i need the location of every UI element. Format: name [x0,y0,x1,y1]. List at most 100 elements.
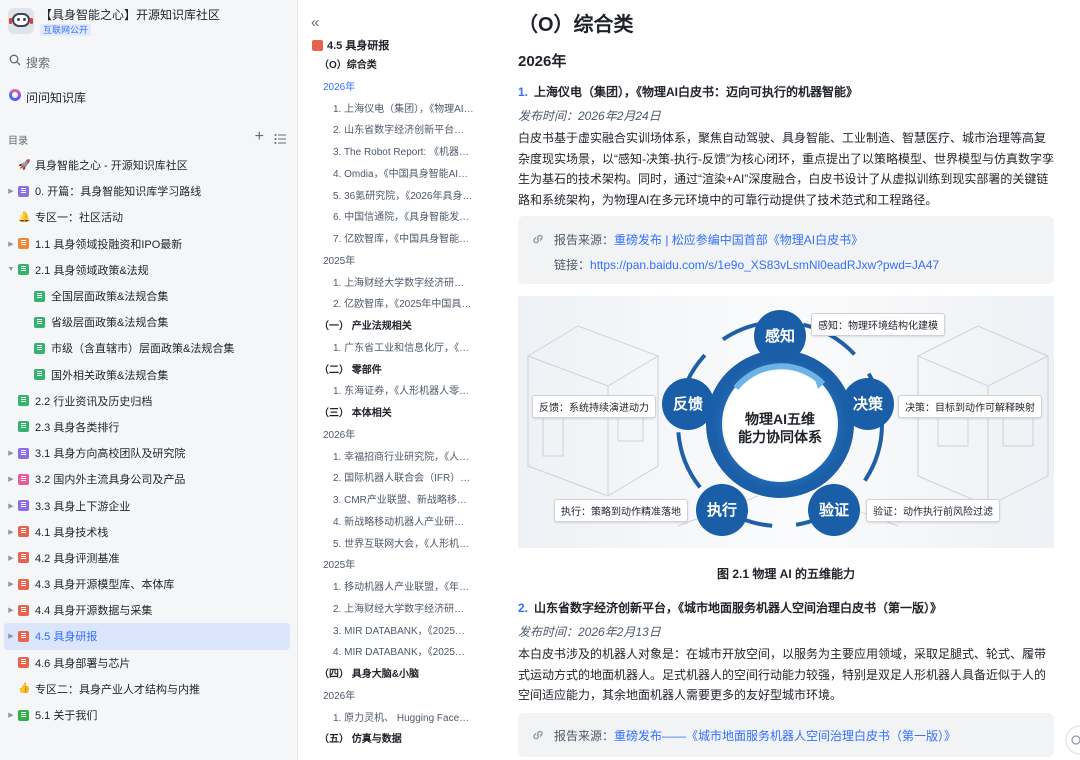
report-1-url-link[interactable]: https://pan.baidu.com/s/1e9o_XS83vLsmNl0… [590,258,939,272]
chevron-right-icon[interactable]: ▶ [4,240,18,248]
outline-heading[interactable]: （四） 具身大脑&小脑 [299,664,480,686]
sidebar-item[interactable]: ▶ 4.5 具身研报 [4,623,290,650]
sidebar-item[interactable]: 👍 专区二：具身产业人才结构与内推 [4,676,290,702]
outline-year[interactable]: 2026年 [299,686,480,708]
ask-knowledge-base-button[interactable]: 问问知识库 [8,86,290,106]
add-icon[interactable]: + [255,129,264,145]
floating-action-icon[interactable] [1062,722,1080,758]
green-plus-icon [18,709,29,721]
search-icon [9,54,21,66]
outline-entry[interactable]: 1. 上海仪电（集团），《物理AI白皮书：迈向可执行的机器智能》 [299,99,480,121]
outline-entry[interactable]: 4. 新战略移动机器人产业研究所报告 [299,512,480,534]
chevron-right-icon[interactable]: ▶ [4,711,18,719]
sidebar-item[interactable]: ▶ 4.4 具身开源数据与采集 [4,597,290,623]
outline-year[interactable]: 2025年 [299,555,480,577]
search-box[interactable]: 搜索 [8,50,290,72]
outline-entry[interactable]: 3. CMR产业联盟、新战略移动机器人 [299,490,480,512]
node-feedback-label: 反馈 [673,395,703,413]
outline-entry[interactable]: 2. 山东省数字经济创新平台，《城市地面服务机器人空间治理白皮书》 [299,120,480,142]
outline-entry[interactable]: 1. 幸福招商行业研究院，《人形机器人》 [299,447,480,469]
chevron-right-icon[interactable]: ▶ [4,187,18,195]
outline-entry[interactable]: 7. 亿欧智库，《中国具身智能产业研究》 [299,229,480,251]
green-doc-icon [18,421,29,433]
outline-heading[interactable]: （二） 零部件 [299,360,480,382]
report-1-source-link[interactable]: 重磅发布 | 松应参编中国首部《物理AI白皮书》 [614,233,863,247]
node-perceive-label: 感知 [765,327,795,345]
outline-entry[interactable]: 2. 国际机器人联合会（IFR）报告 [299,468,480,490]
sidebar-item[interactable]: ▶ 4.3 具身开源模型库、本体库 [4,571,290,597]
public-badge: 互联网公开 [40,24,92,36]
chevron-right-icon[interactable]: ▶ [4,449,18,457]
sidebar-item-label: 专区一：社区活动 [35,212,123,225]
chevron-right-icon[interactable]: ▶ [4,502,18,510]
link-icon [533,730,543,740]
url-label: 链接： [554,258,591,272]
execute-description: 执行：策略到动作精准落地 [554,499,688,522]
outline-entry[interactable]: 4. Omdia，《中国具身智能AI芯片》 [299,164,480,186]
chevron-right-icon[interactable]: ▶ [4,606,18,614]
sidebar-item[interactable]: 市级（含直辖市）层面政策&法规合集 [4,335,290,361]
chevron-right-icon[interactable]: ▶ [4,580,18,588]
sidebar-item[interactable]: ▶ 3.3 具身上下游企业 [4,492,290,518]
outline-entry[interactable]: 2. 上海财经大学数字经济研究院报告 [299,599,480,621]
outline-year[interactable]: 2026年 [299,77,480,99]
sidebar-item[interactable]: ▶ 5.1 关于我们 [4,702,290,728]
knowledge-base-title: 【具身智能之心】开源知识库社区 [40,8,221,22]
sidebar-item[interactable]: ▶ 0. 开篇：具身智能知识库学习路线 [4,178,290,204]
outline-entry[interactable]: 1. 东海证券，《人形机器人零部件》 [299,381,480,403]
ask-knowledge-base-label: 问问知识库 [26,91,87,105]
list-settings-icon[interactable] [274,133,286,145]
outline-heading[interactable]: （O）综合类 [299,55,480,77]
report-2-source-line: 报告来源：重磅发布——《城市地面服务机器人空间治理白皮书（第一版）》 [554,727,956,744]
sidebar: 【具身智能之心】开源知识库社区 互联网公开 搜索 问问知识库 目录 + 🚀 具身智… [0,0,298,760]
chevron-down-icon[interactable]: ▼ [4,266,18,273]
green-doc-icon [18,264,29,276]
ai-assistant-icon [9,89,21,101]
sidebar-item[interactable]: 4.6 具身部署与芯片 [4,650,290,676]
outline-entry[interactable]: 6. 中国信通院，《具身智能发展报告》 [299,207,480,229]
chevron-right-icon[interactable]: ▶ [4,528,18,536]
sidebar-item[interactable]: ▼ 2.1 具身领域政策&法规 [4,257,290,283]
sidebar-item[interactable]: ▶ 1.1 具身领域投融资和IPO最新 [4,231,290,257]
sidebar-item[interactable]: ▶ 3.1 具身方向高校团队及研究院 [4,440,290,466]
outline-entry[interactable]: 3. MIR DATABANK，《2025年度报告》 [299,621,480,643]
sidebar-item[interactable]: 全国层面政策&法规合集 [4,283,290,309]
outline-entry[interactable]: 1. 广东省工业和信息化厅，《政策文件》 [299,338,480,360]
outline-entry[interactable]: 1. 移动机器人产业联盟，《年度报告》 [299,577,480,599]
outline-entry[interactable]: 4. MIR DATABANK，《2025年季度报告》 [299,642,480,664]
outline-year[interactable]: 2025年 [299,251,480,273]
node-verify-label: 验证 [819,501,849,519]
sidebar-item[interactable]: 国外相关政策&法规合集 [4,362,290,388]
outline-entry[interactable]: 1. 上海财经大学数字经济研究院报告 [299,273,480,295]
outline-entry[interactable]: 1. 原力灵机、 Hugging Face报告 [299,708,480,730]
sidebar-item[interactable]: ▶ 3.2 国内外主流具身公司及产品 [4,466,290,492]
report-2-source-link[interactable]: 重磅发布——《城市地面服务机器人空间治理白皮书（第一版）》 [614,729,956,743]
outline-entry[interactable]: 3. The Robot Report: 《机器人报告》 [299,142,480,164]
sidebar-item[interactable]: ▶ 4.2 具身评测基准 [4,545,290,571]
outline-entry[interactable]: 5. 36氪研究院，《2026年具身智能行业研究报告》 [299,186,480,208]
sidebar-item[interactable]: 省级层面政策&法规合集 [4,309,290,335]
sidebar-item[interactable]: 🚀 具身智能之心 - 开源知识库社区 [4,152,290,178]
outline-heading[interactable]: （三） 本体相关 [299,403,480,425]
knowledge-base-header[interactable]: 【具身智能之心】开源知识库社区 互联网公开 [8,6,290,40]
purple-doc-icon [18,185,29,197]
outline-list: （O）综合类2026年1. 上海仪电（集团），《物理AI白皮书：迈向可执行的机器… [299,55,480,751]
chevron-right-icon[interactable]: ▶ [4,632,18,640]
sidebar-item[interactable]: ▶ 4.1 具身技术栈 [4,519,290,545]
chevron-right-icon[interactable]: ▶ [4,554,18,562]
outline-heading[interactable]: （一） 产业法规相关 [299,316,480,338]
outline-heading[interactable]: （五） 仿真与数据 [299,729,480,751]
source-label: 报告来源： [554,729,615,743]
report-2-source-box: 报告来源：重磅发布——《城市地面服务机器人空间治理白皮书（第一版）》 [518,713,1054,757]
collapse-sidebar-icon[interactable]: « [311,14,319,31]
sidebar-item-label: 0. 开篇：具身智能知识库学习路线 [35,186,202,199]
sidebar-item[interactable]: 2.2 行业资讯及历史归档 [4,388,290,414]
outline-entry[interactable]: 5. 世界互联网大会，《人形机器人》 [299,534,480,556]
outline-entry[interactable]: 2. 亿欧智库，《2025年中国具身智能报告》 [299,294,480,316]
chevron-right-icon[interactable]: ▶ [4,475,18,483]
sidebar-item[interactable]: 2.3 具身各类排行 [4,414,290,440]
report-2-title-text: 山东省数字经济创新平台，《城市地面服务机器人空间治理白皮书（第一版）》 [534,601,943,615]
outline-year[interactable]: 2026年 [299,425,480,447]
red-doc-icon [18,526,29,538]
sidebar-item[interactable]: 🔔 专区一：社区活动 [4,204,290,230]
